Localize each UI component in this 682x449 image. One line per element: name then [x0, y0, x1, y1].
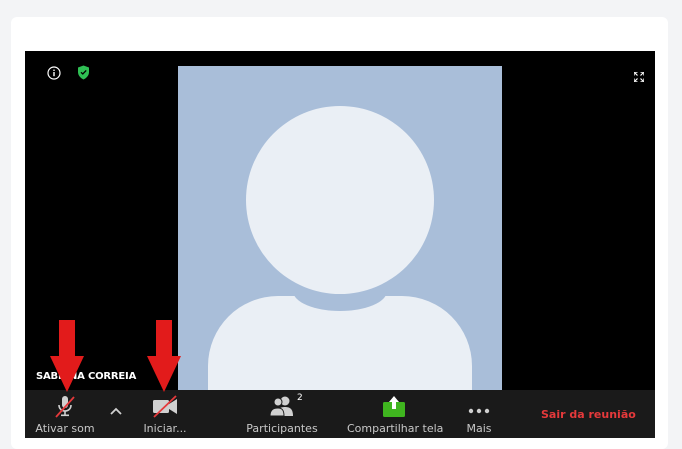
participants-icon [269, 396, 293, 417]
more-icon [468, 408, 490, 414]
more-button[interactable]: Mais [461, 390, 497, 438]
red-arrow-icon [147, 320, 181, 392]
chevron-up-icon[interactable] [109, 406, 123, 416]
mute-button[interactable]: Ativar som [35, 390, 95, 438]
participants-button[interactable]: 2 Participantes [243, 390, 321, 438]
participants-label: Participantes [246, 422, 318, 435]
expand-icon[interactable] [634, 72, 644, 82]
red-arrow-icon [50, 320, 84, 392]
avatar-head [246, 106, 434, 294]
leave-meeting-button[interactable]: Sair da reunião [541, 408, 636, 421]
shield-icon[interactable] [77, 65, 90, 80]
share-label: Compartilhar tela [347, 422, 444, 435]
video-stage: SABRINA CORREIA [25, 51, 655, 390]
video-label: Iniciar... [143, 422, 187, 435]
share-screen-button[interactable]: Compartilhar tela [347, 390, 444, 438]
info-icon[interactable] [47, 66, 61, 80]
video-off-icon [153, 395, 177, 418]
microphone-off-icon [55, 396, 75, 418]
participants-count: 2 [297, 393, 303, 403]
share-screen-icon [383, 396, 405, 417]
start-video-button[interactable]: Iniciar... [135, 390, 195, 438]
mute-label: Ativar som [35, 422, 95, 435]
more-label: Mais [466, 422, 492, 435]
meeting-toolbar: Ativar som Iniciar... 2 Participantes Co… [25, 390, 655, 438]
participant-video-tile [178, 66, 502, 390]
